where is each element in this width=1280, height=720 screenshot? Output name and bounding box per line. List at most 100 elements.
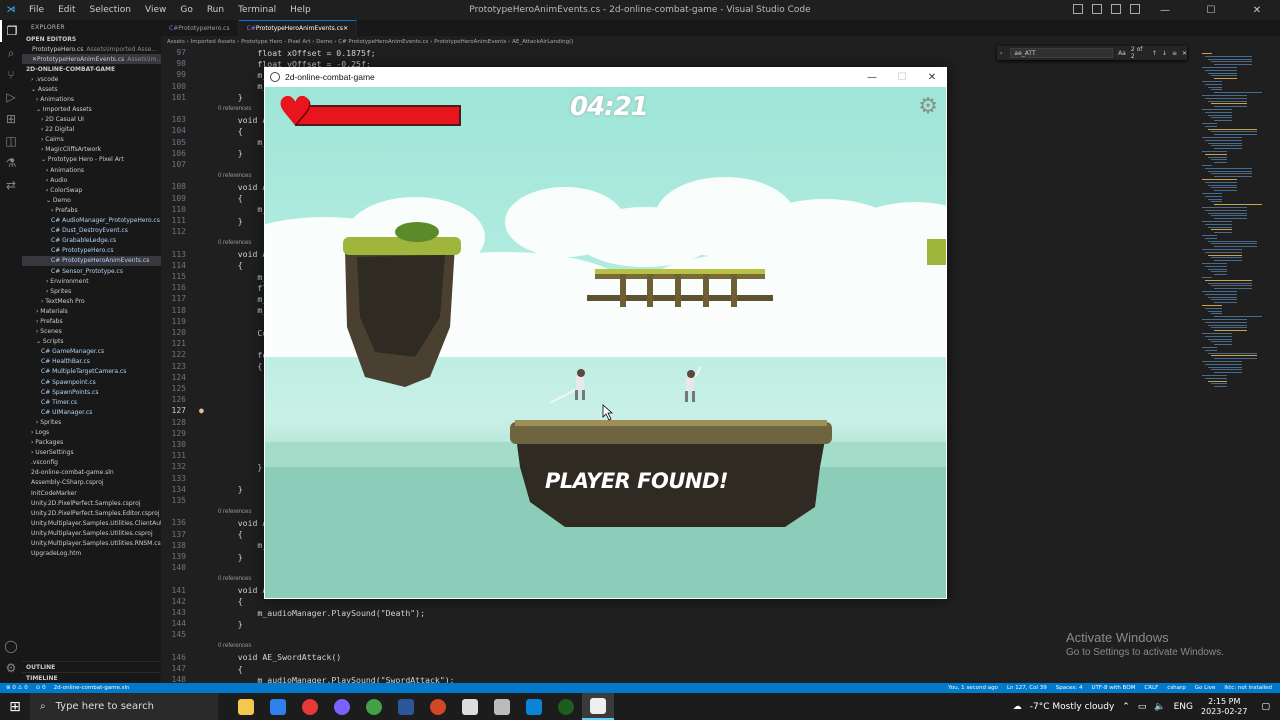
account-icon[interactable]: ◯ bbox=[0, 635, 22, 657]
clock[interactable]: 2:15 PM 2023-02-27 bbox=[1201, 697, 1248, 717]
file-tree-item[interactable]: C# PrototypeHero.cs bbox=[22, 246, 161, 256]
testing-icon[interactable]: ⚗ bbox=[0, 152, 22, 174]
live-share-icon[interactable]: ⇄ bbox=[0, 174, 22, 196]
status-right-item[interactable]: CRLF bbox=[1144, 685, 1158, 691]
weather-text[interactable]: -7°C Mostly cloudy bbox=[1030, 702, 1115, 712]
search-icon[interactable]: ⌕ bbox=[0, 42, 22, 64]
source-control-icon[interactable]: ⑂ bbox=[0, 64, 22, 86]
file-tree-item[interactable]: Assembly-CSharp.csproj bbox=[22, 478, 161, 488]
file-tree-item[interactable]: › MagicCliffsArtwork bbox=[22, 145, 161, 155]
language-indicator[interactable]: ENG bbox=[1174, 702, 1193, 712]
game-maximize-button[interactable]: ☐ bbox=[887, 67, 917, 87]
codelens-references[interactable]: 0 references bbox=[218, 173, 251, 179]
file-tree-item[interactable]: Unity.Multiplayer.Samples.Utilities.RNSM… bbox=[22, 539, 161, 549]
open-editor-item[interactable]: ✕ PrototypeHeroAnimEvents.cs Assets\Im... bbox=[22, 54, 161, 65]
file-tree-item[interactable]: ⌄ Demo bbox=[22, 195, 161, 205]
file-tree-item[interactable]: C# PrototypeHeroAnimEvents.cs bbox=[22, 255, 161, 266]
chrome-app-icon[interactable] bbox=[294, 693, 326, 720]
file-tree-item[interactable]: › Packages bbox=[22, 438, 161, 448]
file-tree-item[interactable]: C# Spawnpoint.cs bbox=[22, 377, 161, 387]
file-tree-item[interactable]: C# GrabableLedge.cs bbox=[22, 236, 161, 246]
file-tree-item[interactable]: › TextMesh Pro bbox=[22, 296, 161, 306]
tab-close-icon[interactable]: ✕ bbox=[343, 25, 348, 32]
customize-layout-icon[interactable] bbox=[1130, 4, 1140, 14]
file-tree-item[interactable]: ⌄ Imported Assets bbox=[22, 104, 161, 114]
file-tree-item[interactable]: 2d-online-combat-game.sln bbox=[22, 468, 161, 478]
file-tree-item[interactable]: › Materials bbox=[22, 306, 161, 316]
file-tree-item[interactable]: .vsconfig bbox=[22, 458, 161, 468]
file-tree-item[interactable]: C# AudioManager_PrototypeHero.cs bbox=[22, 216, 161, 226]
toggle-sidebar-icon[interactable] bbox=[1073, 4, 1083, 14]
file-tree-item[interactable]: › Animations bbox=[22, 94, 161, 104]
status-right-item[interactable]: Spaces: 4 bbox=[1056, 685, 1083, 691]
status-right-item[interactable]: You, 1 second ago bbox=[948, 685, 998, 691]
menu-item-go[interactable]: Go bbox=[173, 5, 199, 15]
explorer-icon[interactable]: ❐ bbox=[0, 20, 22, 42]
project-root[interactable]: 2D-ONLINE-COMBAT-GAME bbox=[22, 64, 161, 74]
notification-icon[interactable]: ▢ bbox=[1261, 702, 1270, 712]
next-match-icon[interactable]: ↓ bbox=[1162, 50, 1167, 57]
run-debug-icon[interactable]: ▷ bbox=[0, 86, 22, 108]
status-left-item[interactable]: ⊙ 0 bbox=[36, 685, 46, 691]
find-selection-icon[interactable]: ≡ bbox=[1172, 50, 1177, 57]
codelens-references[interactable]: 0 references bbox=[218, 576, 251, 582]
file-tree-item[interactable]: › Caims bbox=[22, 135, 161, 145]
outline-section[interactable]: OUTLINE bbox=[22, 661, 161, 672]
status-right-item[interactable]: Ln 127, Col 39 bbox=[1007, 685, 1047, 691]
prev-match-icon[interactable]: ↑ bbox=[1152, 50, 1157, 57]
toggle-panel-icon[interactable] bbox=[1092, 4, 1102, 14]
green-app-icon[interactable] bbox=[550, 693, 582, 720]
file-tree-item[interactable]: › Environment bbox=[22, 276, 161, 286]
menu-item-help[interactable]: Help bbox=[283, 5, 318, 15]
minimize-button[interactable]: — bbox=[1142, 0, 1188, 20]
status-left-item[interactable]: 2d-online-combat-game.sln bbox=[54, 685, 130, 691]
status-right-item[interactable]: Go Live bbox=[1195, 685, 1216, 691]
file-tree-item[interactable]: › Prefabs bbox=[22, 205, 161, 215]
network-icon[interactable]: ▭ bbox=[1138, 702, 1147, 712]
menu-item-edit[interactable]: Edit bbox=[51, 5, 82, 15]
maximize-button[interactable]: ☐ bbox=[1188, 0, 1234, 20]
toggle-replace-icon[interactable]: › bbox=[1000, 50, 1002, 57]
file-tree-item[interactable]: C# SpawnPoints.cs bbox=[22, 387, 161, 397]
vscode-app-icon[interactable] bbox=[518, 693, 550, 720]
unity-hub-app-icon[interactable] bbox=[454, 693, 486, 720]
file-tree-item[interactable]: InitCodeMarker bbox=[22, 488, 161, 498]
mail-app-icon[interactable] bbox=[262, 693, 294, 720]
find-input[interactable]: ae_ATT bbox=[1010, 48, 1114, 58]
file-explorer-app-icon[interactable] bbox=[230, 693, 262, 720]
open-editors-section[interactable]: OPEN EDITORS bbox=[22, 34, 161, 44]
file-tree-item[interactable]: › Animations bbox=[22, 165, 161, 175]
codelens-references[interactable]: 0 references bbox=[218, 240, 251, 246]
codelens-references[interactable]: 0 references bbox=[218, 509, 251, 515]
file-tree-item[interactable]: C# Dust_DestroyEvent.cs bbox=[22, 226, 161, 236]
file-tree-item[interactable]: › UserSettings bbox=[22, 448, 161, 458]
menu-item-terminal[interactable]: Terminal bbox=[231, 5, 283, 15]
menu-item-view[interactable]: View bbox=[138, 5, 173, 15]
remote-explorer-icon[interactable]: ◫ bbox=[0, 130, 22, 152]
messenger-app-icon[interactable] bbox=[326, 693, 358, 720]
game-minimize-button[interactable]: — bbox=[857, 67, 887, 87]
file-tree-item[interactable]: C# UIManager.cs bbox=[22, 407, 161, 417]
codelens-references[interactable]: 0 references bbox=[218, 106, 251, 112]
file-tree-item[interactable]: › ColorSwap bbox=[22, 185, 161, 195]
tray-chevron-icon[interactable]: ⌃ bbox=[1122, 702, 1130, 712]
status-left-item[interactable]: ⊗ 0 ⚠ 0 bbox=[6, 685, 28, 691]
file-tree-item[interactable]: C# Timer.cs bbox=[22, 397, 161, 407]
match-case-icon[interactable]: Aa bbox=[1118, 50, 1126, 57]
menu-item-selection[interactable]: Selection bbox=[83, 5, 138, 15]
windows-start-icon[interactable]: ⊞ bbox=[0, 693, 30, 720]
close-find-icon[interactable]: ✕ bbox=[1182, 50, 1187, 57]
toggle-secondary-sidebar-icon[interactable] bbox=[1111, 4, 1121, 14]
file-tree-item[interactable]: Unity.2D.PixelPerfect.Samples.Editor.csp… bbox=[22, 508, 161, 518]
file-tree-item[interactable]: C# GameManager.cs bbox=[22, 347, 161, 357]
file-tree-item[interactable]: C# MultipleTargetCamera.cs bbox=[22, 367, 161, 377]
file-tree-item[interactable]: Unity.2D.PixelPerfect.Samples.csproj bbox=[22, 498, 161, 508]
file-tree-item[interactable]: › Sprites bbox=[22, 286, 161, 296]
game-canvas[interactable]: ♥ 04:21 ⚙ PLAYER FOUND! bbox=[265, 87, 946, 598]
powerpoint-app-icon[interactable] bbox=[422, 693, 454, 720]
file-tree-item[interactable]: UpgradeLog.htm bbox=[22, 549, 161, 559]
status-right-item[interactable]: UTF-8 with BOM bbox=[1091, 685, 1135, 691]
settings-gear-icon[interactable]: ⚙ bbox=[918, 94, 938, 119]
game-close-button[interactable]: ✕ bbox=[917, 67, 947, 87]
tab-active[interactable]: C# PrototypeHeroAnimEvents.cs ✕ bbox=[238, 20, 358, 36]
